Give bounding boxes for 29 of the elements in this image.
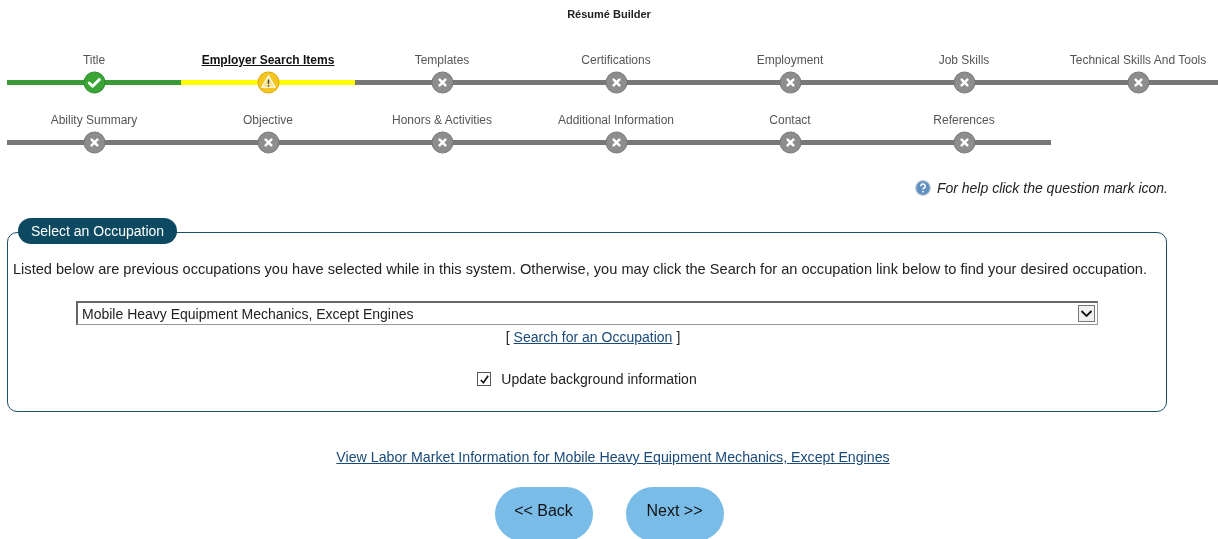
checkbox-label: Update background information [501,371,697,387]
step-label[interactable]: Additional Information [557,112,675,128]
help-icon[interactable] [914,180,931,196]
occupation-select[interactable]: Mobile Heavy Equipment Mechanics, Except Engines [76,301,1098,325]
step-label[interactable]: Job Skills [938,52,990,68]
step-label[interactable]: Objective [243,112,293,128]
step-label[interactable]: Employment [756,52,824,68]
nav-button[interactable]: << Back [494,487,593,539]
step-label[interactable]: Honors & Activities [391,112,492,128]
step-label[interactable]: References [933,112,995,128]
bracket: [ [505,329,510,345]
dropdown-icon[interactable] [1078,305,1095,322]
instructions-text: Listed below are previous occupations you have selected while in this system. Otherwise, you may click the Search for an occupation link below to find your desired occupation. [13,261,1149,277]
help-text: For help click the question mark icon. [936,180,1168,196]
section-legend: Select an Occupation [18,218,178,244]
step-label[interactable]: Technical Skills And Tools [1069,52,1207,68]
page-title: Résumé Builder [567,7,651,22]
step-label[interactable]: Certifications [581,52,651,68]
bracket: ] [676,329,681,345]
step-label[interactable]: Ability Summary [50,112,138,128]
step-label[interactable]: Title [82,52,106,68]
step-label[interactable]: Employer Search Items [201,52,335,68]
step-label[interactable]: Contact [769,112,811,128]
search-link[interactable]: Search for an Occupation [513,329,673,345]
nav-button[interactable]: Next >> [625,487,724,539]
labor-market-link[interactable]: View Labor Market Information for Mobile Heavy Equipment Mechanics, Except Engines [336,449,890,465]
checkbox[interactable] [477,372,492,386]
step-label[interactable]: Templates [414,52,470,68]
warning-icon [256,71,280,94]
